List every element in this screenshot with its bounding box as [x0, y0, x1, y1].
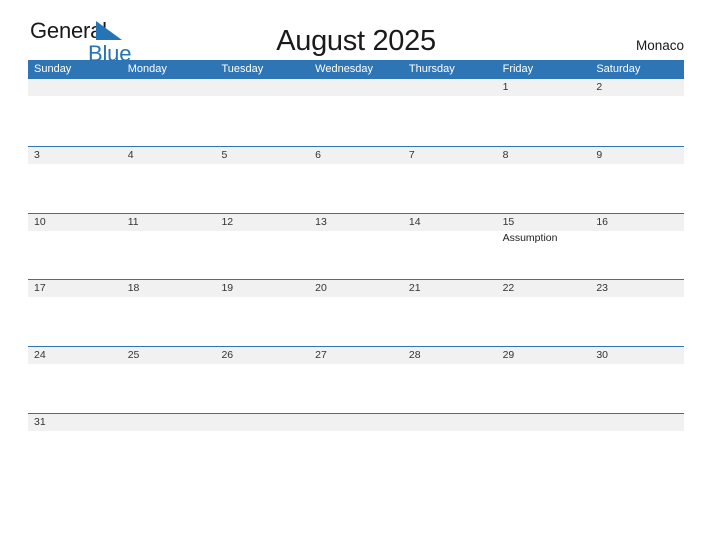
day-number: 16	[596, 215, 608, 228]
day-number: 19	[221, 282, 234, 295]
week-row: 10 11 12 13 14 15 Assumption 16	[28, 212, 685, 280]
day-cell[interactable]: 15 Assumption	[496, 213, 591, 280]
day-cell[interactable]	[309, 413, 403, 480]
day-number: 9	[596, 148, 603, 161]
week-row: 1 2	[28, 79, 685, 146]
week-row: 17 18 19 20 21 22 23	[28, 279, 685, 347]
day-number: 31	[34, 415, 46, 428]
day-cell[interactable]: 16	[590, 213, 685, 280]
day-cell[interactable]: 9	[590, 146, 685, 213]
weekday-header-wednesday: Wednesday	[315, 63, 374, 75]
week-row: 31	[28, 412, 685, 480]
day-number: 22	[502, 282, 515, 295]
day-number: 11	[127, 215, 139, 228]
day-number: 25	[127, 349, 140, 362]
day-number: 23	[596, 282, 608, 295]
day-cell[interactable]: 8	[496, 146, 591, 213]
day-cell[interactable]	[215, 79, 310, 146]
page-title: August 2025	[276, 25, 436, 57]
day-number: 13	[315, 215, 327, 228]
day-cell[interactable]	[121, 79, 216, 146]
weekday-header-saturday: Saturday	[596, 63, 641, 75]
day-number: 24	[34, 349, 46, 362]
day-cell[interactable]	[28, 79, 122, 146]
page-header: General Blue August 2025 Monaco	[28, 0, 684, 65]
day-cell[interactable]	[590, 413, 685, 480]
day-cell[interactable]: 20	[309, 280, 403, 347]
day-cell[interactable]: 1	[496, 79, 591, 146]
weekday-header-tuesday: Tuesday	[221, 63, 264, 75]
day-number: 2	[596, 81, 603, 93]
day-cell[interactable]	[215, 413, 310, 480]
day-number: 15	[502, 215, 515, 228]
day-cell[interactable]: 30	[590, 347, 685, 413]
weekday-header-monday: Monday	[127, 63, 167, 75]
day-number: 18	[127, 282, 140, 295]
day-cell[interactable]: 14	[402, 213, 497, 280]
day-number: 26	[221, 349, 234, 362]
day-cell[interactable]: 23	[590, 280, 685, 347]
day-number: 8	[502, 148, 509, 161]
day-number: 21	[408, 282, 421, 295]
day-number: 6	[315, 148, 321, 161]
day-cell[interactable]: 27	[309, 347, 403, 413]
calendar-grid: Sunday Monday Tuesday Wednesday Thursday…	[28, 60, 685, 480]
day-number: 29	[502, 349, 515, 362]
day-cell[interactable]	[121, 413, 216, 480]
day-cell[interactable]: 2	[590, 79, 685, 146]
day-cell[interactable]: 24	[28, 347, 122, 413]
day-cell[interactable]: 31	[28, 413, 122, 480]
day-number: 12	[221, 215, 234, 228]
day-number: 17	[34, 282, 46, 295]
day-cell[interactable]: 18	[121, 280, 216, 347]
day-cell[interactable]: 25	[121, 347, 216, 413]
day-cell[interactable]: 13	[309, 213, 403, 280]
day-number: 10	[34, 215, 46, 228]
day-number: 20	[315, 282, 327, 295]
day-cell[interactable]: 7	[402, 146, 497, 213]
day-cell[interactable]: 3	[28, 146, 122, 213]
weekday-header-friday: Friday	[502, 63, 534, 75]
day-number: 4	[127, 148, 134, 161]
day-cell[interactable]: 11	[121, 213, 216, 280]
day-cell[interactable]: 22	[496, 280, 591, 347]
day-cell[interactable]: 28	[402, 347, 497, 413]
day-number: 3	[34, 148, 40, 161]
day-cell[interactable]: 21	[402, 280, 497, 347]
week-row: 24 25 26 27 28 29 30	[28, 346, 685, 413]
day-cell[interactable]: 19	[215, 280, 310, 347]
day-number: 5	[221, 148, 228, 161]
day-cell[interactable]	[402, 413, 497, 480]
day-cell[interactable]	[402, 79, 497, 146]
calendar-page: General Blue August 2025 Monaco Sunday M…	[0, 0, 712, 550]
day-cell[interactable]: 29	[496, 347, 591, 413]
day-cell[interactable]: 17	[28, 280, 122, 347]
day-cell[interactable]: 4	[121, 146, 216, 213]
day-cell[interactable]: 6	[309, 146, 403, 213]
day-number: 27	[315, 349, 327, 362]
day-cell[interactable]: 5	[215, 146, 310, 213]
day-event: Assumption	[502, 231, 558, 244]
day-number: 1	[502, 81, 509, 93]
day-cell[interactable]: 10	[28, 213, 122, 280]
day-number: 28	[408, 349, 421, 362]
day-cell[interactable]: 12	[215, 213, 310, 280]
day-number: 14	[408, 215, 421, 228]
week-row: 3 4 5 6 7 8 9	[28, 145, 685, 213]
day-cell[interactable]	[309, 79, 403, 146]
day-cell[interactable]: 26	[215, 347, 310, 413]
day-number: 7	[408, 148, 415, 161]
weekday-header-thursday: Thursday	[408, 63, 455, 75]
day-number: 30	[596, 349, 608, 362]
location-label: Monaco	[635, 38, 684, 53]
day-cell[interactable]	[496, 413, 591, 480]
